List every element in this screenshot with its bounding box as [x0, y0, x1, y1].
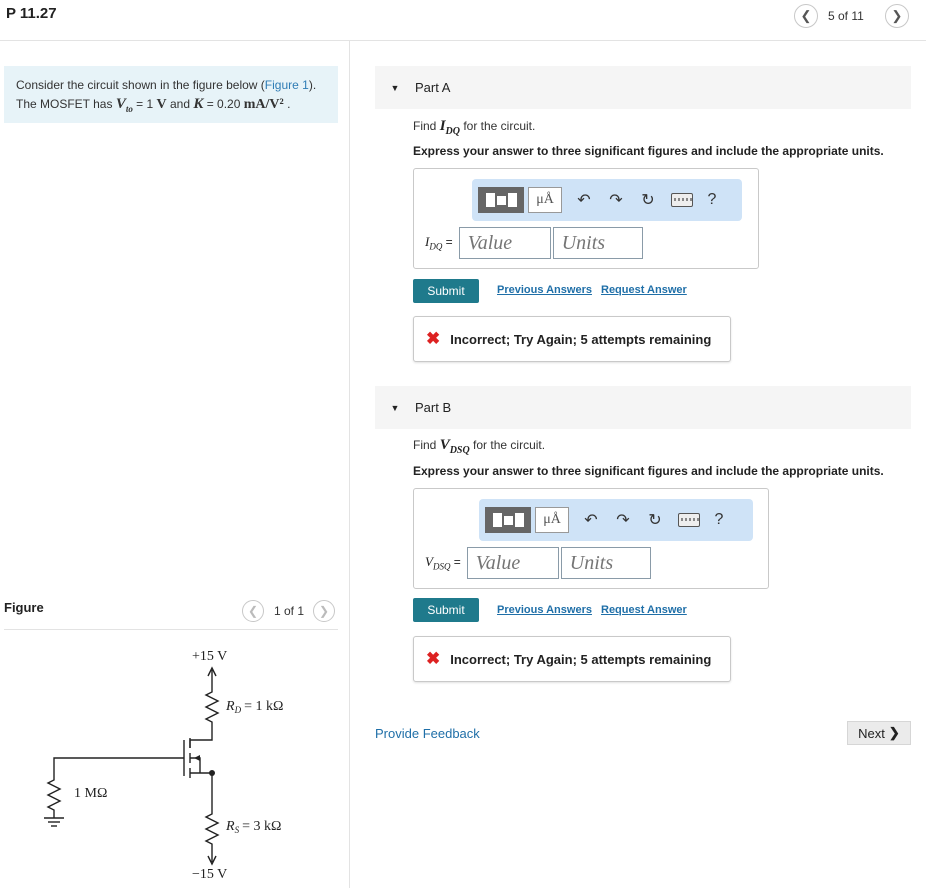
part-a-answer-box: μÅ ↶ ↷ ↻ ? IDQ =: [413, 168, 759, 269]
part-a-submit-button[interactable]: Submit: [413, 279, 479, 303]
part-a-request-answer-link[interactable]: Request Answer: [601, 284, 687, 296]
header-divider: [0, 40, 926, 41]
intro-text: ).: [308, 78, 317, 92]
problem-title: P 11.27: [6, 5, 57, 22]
part-a-answer-label: IDQ =: [425, 234, 453, 252]
part-a-previous-answers-link[interactable]: Previous Answers: [497, 284, 592, 296]
part-b-previous-answers-link[interactable]: Previous Answers: [497, 604, 592, 616]
templates-icon[interactable]: [478, 187, 524, 213]
column-divider: [349, 40, 350, 888]
figure-counter: 1 of 1: [274, 604, 305, 618]
intro-text: and: [166, 97, 194, 111]
rd-resistor: [204, 686, 220, 728]
source-node: [209, 770, 215, 776]
part-b-question: Find VDSQ for the circuit.: [413, 437, 546, 456]
part-b-answer-label: VDSQ =: [425, 554, 461, 572]
vdd-label: +15 V: [192, 649, 227, 664]
drain-wire: [189, 728, 213, 748]
vto-unit: V: [156, 97, 167, 112]
figure-divider: [4, 629, 338, 630]
part-b-request-answer-link[interactable]: Request Answer: [601, 604, 687, 616]
reset-icon[interactable]: ↻: [632, 190, 664, 210]
units-icon[interactable]: μÅ: [535, 507, 569, 533]
chevron-right-icon: ❯: [891, 8, 903, 23]
caret-down-icon: ▼: [390, 402, 400, 413]
part-b-submit-button[interactable]: Submit: [413, 598, 479, 622]
part-a-feedback: ✖ Incorrect; Try Again; 5 attempts remai…: [413, 316, 731, 362]
source-wire: [190, 772, 213, 810]
circuit-diagram: +15 V RD = 1 kΩ 1 MΩ RS = 3 kΩ −15 V: [44, 649, 283, 882]
reset-icon[interactable]: ↻: [639, 510, 671, 530]
part-a-question: Find IDQ for the circuit.: [413, 118, 536, 137]
part-b-answer-row: VDSQ =: [425, 547, 651, 579]
math-toolbar: μÅ ↶ ↷ ↻ ?: [472, 179, 742, 221]
part-a-answer-row: IDQ =: [425, 227, 643, 259]
chevron-left-icon: ❮: [800, 8, 812, 23]
chevron-left-icon: ❮: [247, 604, 259, 618]
next-button-label: Next: [858, 725, 885, 741]
part-b-units-input[interactable]: [560, 547, 651, 579]
chevron-right-icon: ❯: [318, 604, 330, 618]
help-icon[interactable]: ?: [700, 191, 724, 209]
part-a-instruction: Express your answer to three significant…: [413, 144, 884, 158]
help-icon[interactable]: ?: [707, 511, 731, 529]
figure-prev-button[interactable]: ❮: [242, 600, 264, 622]
figure-next-button[interactable]: ❯: [313, 600, 335, 622]
part-a-value-input[interactable]: [458, 227, 551, 259]
chevron-right-icon: ❯: [888, 725, 900, 740]
intro-text: .: [283, 97, 291, 111]
vto-value: = 1: [132, 97, 157, 111]
error-x-icon: ✖: [426, 649, 441, 668]
intro-text: The MOSFET has: [16, 97, 116, 111]
rs-resistor: [204, 810, 220, 850]
problem-counter: 5 of 11: [828, 9, 864, 23]
redo-icon[interactable]: ↷: [600, 190, 632, 210]
part-b-title: Part B: [415, 400, 452, 415]
rg-label: 1 MΩ: [74, 786, 107, 801]
part-b-answer-box: μÅ ↶ ↷ ↻ ? VDSQ =: [413, 488, 769, 589]
part-b-header[interactable]: ▼ Part B: [375, 386, 911, 429]
part-a-feedback-text: Incorrect; Try Again; 5 attempts remaini…: [450, 331, 712, 347]
undo-icon[interactable]: ↶: [568, 190, 600, 210]
figure-label: Figure: [4, 600, 44, 615]
units-icon[interactable]: μÅ: [528, 187, 562, 213]
next-problem-button[interactable]: ❯: [885, 4, 909, 28]
k-value: = 0.20: [203, 97, 244, 111]
rs-label: RS = 3 kΩ: [225, 819, 281, 835]
part-a-title: Part A: [415, 80, 451, 95]
provide-feedback-link[interactable]: Provide Feedback: [375, 726, 480, 741]
keyboard-icon[interactable]: [671, 193, 693, 207]
part-b-instruction: Express your answer to three significant…: [413, 464, 884, 478]
caret-down-icon: ▼: [390, 82, 400, 93]
gate-wire: [53, 757, 184, 776]
rg-resistor: [46, 776, 62, 818]
part-a-header[interactable]: ▼ Part A: [375, 66, 911, 109]
keyboard-icon[interactable]: [678, 513, 700, 527]
undo-icon[interactable]: ↶: [575, 510, 607, 530]
templates-icon[interactable]: [485, 507, 531, 533]
problem-intro: Consider the circuit shown in the figure…: [4, 66, 338, 123]
vss-label: −15 V: [192, 867, 227, 882]
next-button[interactable]: Next ❯: [847, 721, 911, 745]
part-a-units-input[interactable]: [552, 227, 643, 259]
previous-problem-button[interactable]: ❮: [794, 4, 818, 28]
vto-symbol: Vto: [115, 96, 133, 114]
part-b-feedback-text: Incorrect; Try Again; 5 attempts remaini…: [450, 651, 712, 667]
part-b-feedback: ✖ Incorrect; Try Again; 5 attempts remai…: [413, 636, 731, 682]
k-symbol: K: [193, 96, 204, 112]
k-unit: mA/V²: [243, 97, 284, 112]
intro-line-1: Consider the circuit shown in the figure…: [16, 76, 326, 95]
part-b-value-input[interactable]: [466, 547, 559, 579]
error-x-icon: ✖: [426, 329, 441, 348]
redo-icon[interactable]: ↷: [607, 510, 639, 530]
intro-text: Consider the circuit shown in the figure…: [16, 78, 265, 92]
intro-line-2: The MOSFET has Vto = 1 V and K = 0.20 mA…: [16, 95, 326, 119]
figure-link[interactable]: Figure 1: [265, 78, 309, 92]
math-toolbar: μÅ ↶ ↷ ↻ ?: [479, 499, 753, 541]
rd-label: RD = 1 kΩ: [225, 699, 283, 715]
